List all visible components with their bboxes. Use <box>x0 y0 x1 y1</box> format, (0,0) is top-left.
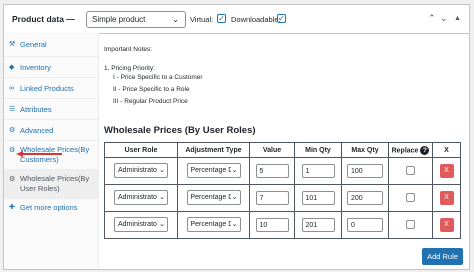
user-role-value: Administrato <box>118 220 157 228</box>
list-icon: ☰ <box>9 106 16 113</box>
max-qty-input[interactable]: 200 <box>347 191 383 205</box>
virtual-checkbox[interactable]: ✓ <box>217 14 226 23</box>
value-input[interactable]: 7 <box>255 191 289 205</box>
tag-icon: ◆ <box>9 64 15 71</box>
priority-line-1: I - Price Specific to a Customer <box>113 74 203 81</box>
tab-general[interactable]: ⚒ General <box>4 33 98 57</box>
wrench-icon: ⚒ <box>9 41 16 48</box>
chevron-down-icon[interactable]: ⌄ <box>440 13 448 24</box>
chevron-down-icon: ⌄ <box>230 165 238 174</box>
max-qty-input[interactable]: 100 <box>347 164 383 178</box>
value-input[interactable]: 10 <box>255 218 289 232</box>
user-role-select[interactable]: Administrato ⌄ <box>114 162 168 178</box>
red-arrow-annotation <box>16 151 62 157</box>
downloadable-label: Downloadable: <box>231 15 281 24</box>
section-title: Wholesale Prices (By User Roles) <box>104 125 256 136</box>
user-role-value: Administrato <box>118 166 157 174</box>
chevron-down-icon: ⌄ <box>172 15 179 24</box>
min-qty-input[interactable]: 1 <box>301 164 335 178</box>
col-adjustment-type: Adjustment Type <box>177 142 250 158</box>
tab-wholesale-user-roles-label-2: User Roles) <box>20 184 60 193</box>
tab-get-more-options[interactable]: ✚ Get more options <box>4 199 98 220</box>
product-type-value: Simple product <box>92 15 146 24</box>
add-rule-button[interactable]: Add Rule <box>422 248 463 265</box>
delete-row-button[interactable]: X <box>439 164 454 178</box>
tab-attributes-label: Attributes <box>20 105 52 114</box>
replace-checkbox[interactable] <box>406 165 415 175</box>
min-qty-input[interactable]: 101 <box>301 191 335 205</box>
gear-icon: ⚙ <box>9 147 16 154</box>
tab-linked-products[interactable]: ∞ Linked Products <box>4 78 98 99</box>
adjustment-type-value: Percentage D <box>190 193 234 201</box>
adjustment-type-select[interactable]: Percentage D ⌄ <box>186 162 241 178</box>
tab-inventory[interactable]: ◆ Inventory <box>4 57 98 78</box>
col-value: Value <box>249 142 295 158</box>
adjustment-type-value: Percentage D <box>190 220 234 228</box>
tab-general-label: General <box>20 40 47 49</box>
tab-attributes[interactable]: ☰ Attributes <box>4 99 98 120</box>
virtual-label: Virtual: <box>190 15 214 24</box>
chevron-up-icon[interactable]: ⌃ <box>428 13 436 24</box>
chevron-down-icon: ⌄ <box>158 219 165 228</box>
col-user-role: User Role <box>104 142 178 158</box>
chevron-down-icon: ⌄ <box>230 192 238 201</box>
user-role-select[interactable]: Administrato ⌄ <box>114 216 168 232</box>
product-data-label: Product data — <box>12 14 75 24</box>
tab-advanced[interactable]: ⚙ Advanced <box>4 120 98 141</box>
col-max-qty: Max Qty <box>341 142 389 158</box>
link-icon: ∞ <box>9 85 14 92</box>
product-type-select[interactable]: Simple product ⌄ <box>86 11 186 28</box>
tab-wholesale-user-roles-label-1: Wholesale Prices(By <box>20 174 90 183</box>
pricing-priority-title: 1. Pricing Priority: <box>104 65 155 72</box>
adjustment-type-value: Percentage D <box>190 166 234 174</box>
col-replace-label: Replace <box>391 146 419 154</box>
gear-icon: ⚙ <box>9 127 16 134</box>
min-qty-input[interactable]: 201 <box>301 218 335 232</box>
tab-linked-products-label: Linked Products <box>20 84 74 93</box>
table-row: Administrato ⌄ Percentage D ⌄ 10 201 0 X <box>104 211 461 239</box>
chevron-down-icon: ⌄ <box>158 165 165 174</box>
user-role-value: Administrato <box>118 193 157 201</box>
adjustment-type-select[interactable]: Percentage D ⌄ <box>186 189 241 205</box>
help-icon[interactable]: ? <box>420 145 430 155</box>
wholesale-rules-table: User Role Adjustment Type Value Min Qty … <box>104 142 461 239</box>
table-row: Administrato ⌄ Percentage D ⌄ 7 101 200 X <box>104 184 461 212</box>
gear-icon: ⚙ <box>9 176 16 183</box>
col-min-qty: Min Qty <box>294 142 342 158</box>
user-role-select[interactable]: Administrato ⌄ <box>114 189 168 205</box>
product-data-header: Product data — Simple product ⌄ Virtual:… <box>4 5 469 34</box>
plugin-icon: ✚ <box>9 204 15 211</box>
col-replace: Replace ? <box>388 142 433 158</box>
adjustment-type-select[interactable]: Percentage D ⌄ <box>186 216 241 232</box>
chevron-down-icon: ⌄ <box>158 192 165 201</box>
tab-get-more-options-label: Get more options <box>20 203 78 212</box>
table-row: Administrato ⌄ Percentage D ⌄ 5 1 100 X <box>104 157 461 185</box>
downloadable-checkbox[interactable]: ✓ <box>277 14 286 23</box>
priority-line-2: II - Price Specific to a Role <box>113 86 190 93</box>
tab-wholesale-user-roles[interactable]: ⚙ Wholesale Prices(By User Roles) <box>4 170 98 199</box>
value-input[interactable]: 5 <box>255 164 289 178</box>
tab-advanced-label: Advanced <box>20 126 54 135</box>
product-data-panel: Product data — Simple product ⌄ Virtual:… <box>3 4 470 270</box>
delete-row-button[interactable]: X <box>439 218 454 232</box>
collapse-triangle-icon[interactable]: ▲ <box>454 15 461 22</box>
replace-checkbox[interactable] <box>406 219 415 229</box>
notes-title: Important Notes: <box>104 46 153 53</box>
table-header-row: User Role Adjustment Type Value Min Qty … <box>104 142 461 158</box>
delete-row-button[interactable]: X <box>439 191 454 205</box>
max-qty-input[interactable]: 0 <box>347 218 383 232</box>
tab-inventory-label: Inventory <box>20 63 51 72</box>
replace-checkbox[interactable] <box>406 192 415 202</box>
chevron-down-icon: ⌄ <box>230 219 238 228</box>
col-delete: X <box>432 142 461 158</box>
priority-line-3: III - Regular Product Price <box>113 98 188 105</box>
